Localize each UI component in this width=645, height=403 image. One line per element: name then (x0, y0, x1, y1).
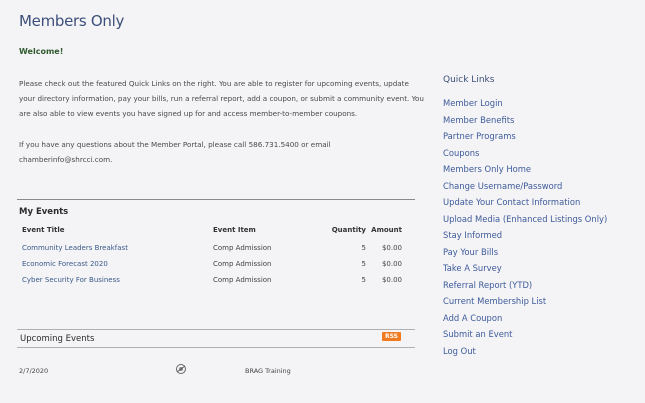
event-quantity: 5 (361, 260, 366, 268)
col-quantity: Quantity (331, 226, 366, 234)
quick-link-membership-list[interactable]: Current Membership List (443, 296, 607, 313)
quick-link-coupons[interactable]: Coupons (443, 148, 607, 165)
upcoming-event-date: 2/7/2020 (19, 367, 49, 375)
event-title-link[interactable]: Community Leaders Breakfast (22, 244, 128, 252)
page-title: Members Only (19, 12, 125, 30)
event-item: Comp Admission (213, 276, 272, 284)
quick-links-title: Quick Links (443, 75, 495, 85)
event-amount: $0.00 (381, 260, 402, 268)
quick-link-change-credentials[interactable]: Change Username/Password (443, 181, 607, 198)
event-title-link[interactable]: Economic Forecast 2020 (22, 260, 108, 268)
my-events-title: My Events (19, 207, 69, 217)
quick-link-member-benefits[interactable]: Member Benefits (443, 115, 607, 132)
event-item: Comp Admission (213, 244, 272, 252)
event-item: Comp Admission (213, 260, 272, 268)
quick-link-partner-programs[interactable]: Partner Programs (443, 131, 607, 148)
quick-links-list: Member Login Member Benefits Partner Pro… (443, 98, 607, 362)
quick-link-log-out[interactable]: Log Out (443, 346, 607, 363)
event-title-link[interactable]: Cyber Security For Business (22, 276, 120, 284)
quick-link-stay-informed[interactable]: Stay Informed (443, 230, 607, 247)
event-quantity: 5 (361, 276, 366, 284)
table-row: Community Leaders Breakfast Comp Admissi… (17, 244, 415, 260)
quick-link-add-coupon[interactable]: Add A Coupon (443, 313, 607, 330)
upcoming-events-header: Upcoming Events RSS (17, 329, 415, 348)
col-event-item: Event Item (213, 226, 256, 234)
quick-link-members-only-home[interactable]: Members Only Home (443, 164, 607, 181)
welcome-heading: Welcome! (19, 47, 64, 56)
event-amount: $0.00 (381, 244, 402, 252)
list-item: 2/7/2020 BRAG Training (19, 364, 417, 379)
table-row: Economic Forecast 2020 Comp Admission 5 … (17, 260, 415, 276)
events-table-header: Event Title Event Item Quantity Amount (17, 226, 415, 244)
event-quantity: 5 (361, 244, 366, 252)
table-row: Cyber Security For Business Comp Admissi… (17, 276, 415, 292)
quick-link-take-survey[interactable]: Take A Survey (443, 263, 607, 280)
quick-link-submit-event[interactable]: Submit an Event (443, 329, 607, 346)
my-events-section: My Events Event Title Event Item Quantit… (17, 199, 415, 292)
upcoming-event-name[interactable]: BRAG Training (245, 367, 291, 375)
event-logo-icon (175, 363, 187, 377)
col-event-title: Event Title (22, 226, 65, 234)
intro-paragraph: Please check out the featured Quick Link… (19, 79, 424, 118)
contact-paragraph: If you have any questions about the Memb… (19, 140, 331, 164)
intro-text: Please check out the featured Quick Link… (19, 76, 424, 183)
quick-link-upload-media[interactable]: Upload Media (Enhanced Listings Only) (443, 214, 607, 231)
members-page: Members Only Welcome! Please check out t… (0, 0, 645, 403)
quick-link-member-login[interactable]: Member Login (443, 98, 607, 115)
rss-button[interactable]: RSS (382, 332, 401, 341)
event-amount: $0.00 (381, 276, 402, 284)
upcoming-events-title: Upcoming Events (20, 334, 95, 344)
col-amount: Amount (371, 226, 402, 234)
quick-link-update-contact[interactable]: Update Your Contact Information (443, 197, 607, 214)
quick-link-pay-bills[interactable]: Pay Your Bills (443, 247, 607, 264)
quick-link-referral-report[interactable]: Referral Report (YTD) (443, 280, 607, 297)
